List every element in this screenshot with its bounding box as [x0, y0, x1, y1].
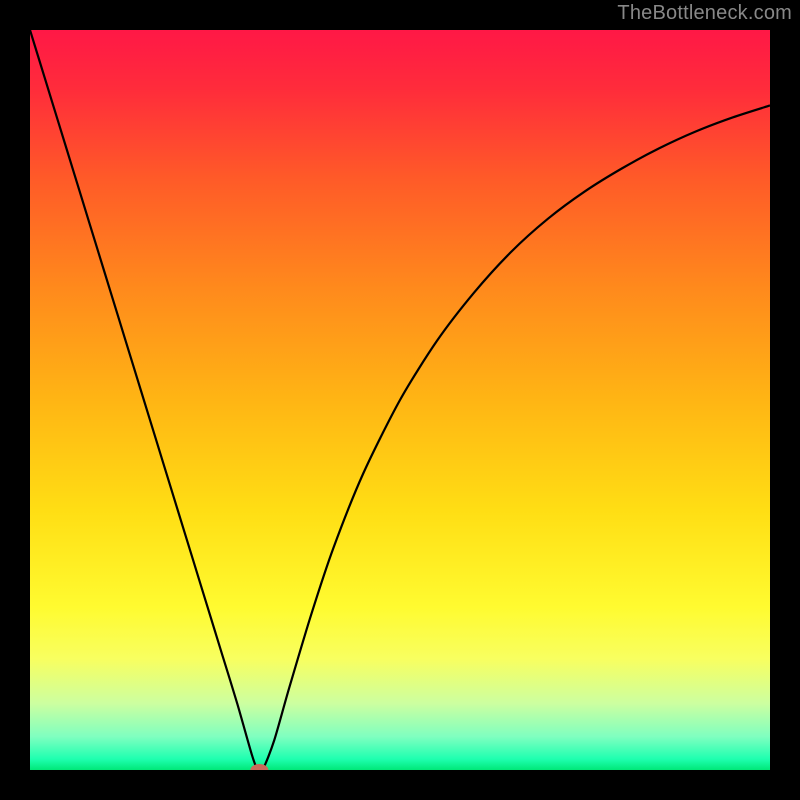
plot-area [30, 30, 770, 770]
watermark-text: TheBottleneck.com [617, 2, 792, 25]
chart-svg [30, 30, 770, 770]
chart-container: TheBottleneck.com [0, 0, 800, 800]
